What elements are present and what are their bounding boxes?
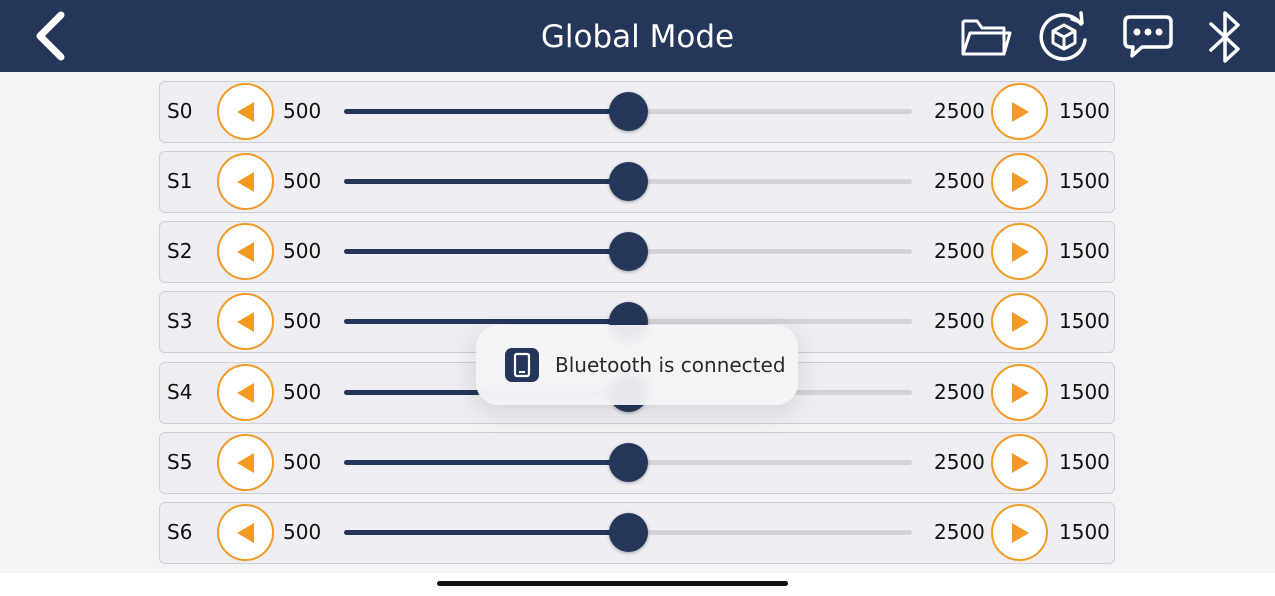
reset-button[interactable] (1037, 10, 1091, 64)
current-value: 1500 (1059, 520, 1110, 544)
current-value: 1500 (1059, 99, 1110, 123)
current-value: 1500 (1059, 450, 1110, 474)
triangle-right-icon (1011, 522, 1029, 543)
decrement-button[interactable] (217, 83, 274, 140)
min-value: 500 (283, 239, 322, 263)
triangle-left-icon (236, 241, 254, 262)
max-value: 2500 (934, 450, 985, 474)
slider-fill (344, 179, 628, 184)
servo-list: S0 500 2500 1500 S1 500 2500 1500 S2 500… (0, 72, 1275, 573)
current-value: 1500 (1059, 380, 1110, 404)
servo-label: S5 (167, 450, 193, 474)
decrement-button[interactable] (217, 293, 274, 350)
triangle-right-icon (1011, 452, 1029, 473)
min-value: 500 (283, 169, 322, 193)
triangle-right-icon (1011, 171, 1029, 192)
chevron-left-icon (36, 11, 65, 61)
max-value: 2500 (934, 309, 985, 333)
min-value: 500 (283, 309, 322, 333)
increment-button[interactable] (991, 504, 1048, 561)
current-value: 1500 (1059, 239, 1110, 263)
servo-row: S2 500 2500 1500 (159, 221, 1115, 283)
min-value: 500 (283, 520, 322, 544)
folder-button[interactable] (959, 10, 1013, 64)
slider-fill (344, 109, 628, 114)
decrement-button[interactable] (217, 364, 274, 421)
servo-row: S0 500 2500 1500 (159, 81, 1115, 143)
slider-thumb[interactable] (608, 513, 648, 552)
servo-row: S6 500 2500 1500 (159, 502, 1115, 564)
decrement-button[interactable] (217, 223, 274, 280)
servo-label: S4 (167, 380, 193, 404)
triangle-right-icon (1011, 311, 1029, 332)
bluetooth-icon (1209, 11, 1240, 63)
rotate-cube-icon (1039, 11, 1087, 61)
bluetooth-button[interactable] (1198, 10, 1252, 64)
slider-thumb[interactable] (608, 162, 648, 201)
increment-button[interactable] (991, 293, 1048, 350)
increment-button[interactable] (991, 83, 1048, 140)
back-button[interactable] (26, 8, 74, 64)
current-value: 1500 (1059, 169, 1110, 193)
slider-fill (344, 249, 628, 254)
decrement-button[interactable] (217, 504, 274, 561)
min-value: 500 (283, 380, 322, 404)
toast-notification: Bluetooth is connected (476, 325, 798, 405)
servo-label: S2 (167, 239, 193, 263)
triangle-left-icon (236, 171, 254, 192)
servo-row: S5 500 2500 1500 (159, 432, 1115, 494)
home-indicator[interactable] (437, 581, 788, 586)
max-value: 2500 (934, 520, 985, 544)
current-value: 1500 (1059, 309, 1110, 333)
slider-fill (344, 319, 628, 324)
triangle-right-icon (1011, 382, 1029, 403)
servo-slider[interactable] (344, 232, 912, 271)
decrement-button[interactable] (217, 153, 274, 210)
servo-slider[interactable] (344, 92, 912, 131)
triangle-left-icon (236, 452, 254, 473)
chat-bubble-icon (1123, 15, 1173, 58)
increment-button[interactable] (991, 153, 1048, 210)
phone-icon (505, 348, 539, 382)
triangle-left-icon (236, 382, 254, 403)
triangle-right-icon (1011, 101, 1029, 122)
max-value: 2500 (934, 239, 985, 263)
increment-button[interactable] (991, 434, 1048, 491)
slider-thumb[interactable] (608, 232, 648, 271)
triangle-right-icon (1011, 241, 1029, 262)
max-value: 2500 (934, 380, 985, 404)
max-value: 2500 (934, 99, 985, 123)
toast-message: Bluetooth is connected (555, 353, 786, 377)
increment-button[interactable] (991, 223, 1048, 280)
servo-label: S6 (167, 520, 193, 544)
decrement-button[interactable] (217, 434, 274, 491)
triangle-left-icon (236, 311, 254, 332)
top-bar: Global Mode (0, 0, 1275, 72)
slider-thumb[interactable] (608, 92, 648, 131)
servo-slider[interactable] (344, 162, 912, 201)
servo-label: S1 (167, 169, 193, 193)
slider-fill (344, 530, 628, 535)
min-value: 500 (283, 450, 322, 474)
servo-row: S1 500 2500 1500 (159, 151, 1115, 213)
servo-label: S3 (167, 309, 193, 333)
triangle-left-icon (236, 522, 254, 543)
min-value: 500 (283, 99, 322, 123)
servo-label: S0 (167, 99, 193, 123)
slider-thumb[interactable] (608, 443, 648, 482)
folder-icon (961, 19, 1012, 56)
increment-button[interactable] (991, 364, 1048, 421)
messages-button[interactable] (1121, 10, 1175, 64)
servo-slider[interactable] (344, 513, 912, 552)
servo-slider[interactable] (344, 443, 912, 482)
triangle-left-icon (236, 101, 254, 122)
max-value: 2500 (934, 169, 985, 193)
slider-fill (344, 460, 628, 465)
